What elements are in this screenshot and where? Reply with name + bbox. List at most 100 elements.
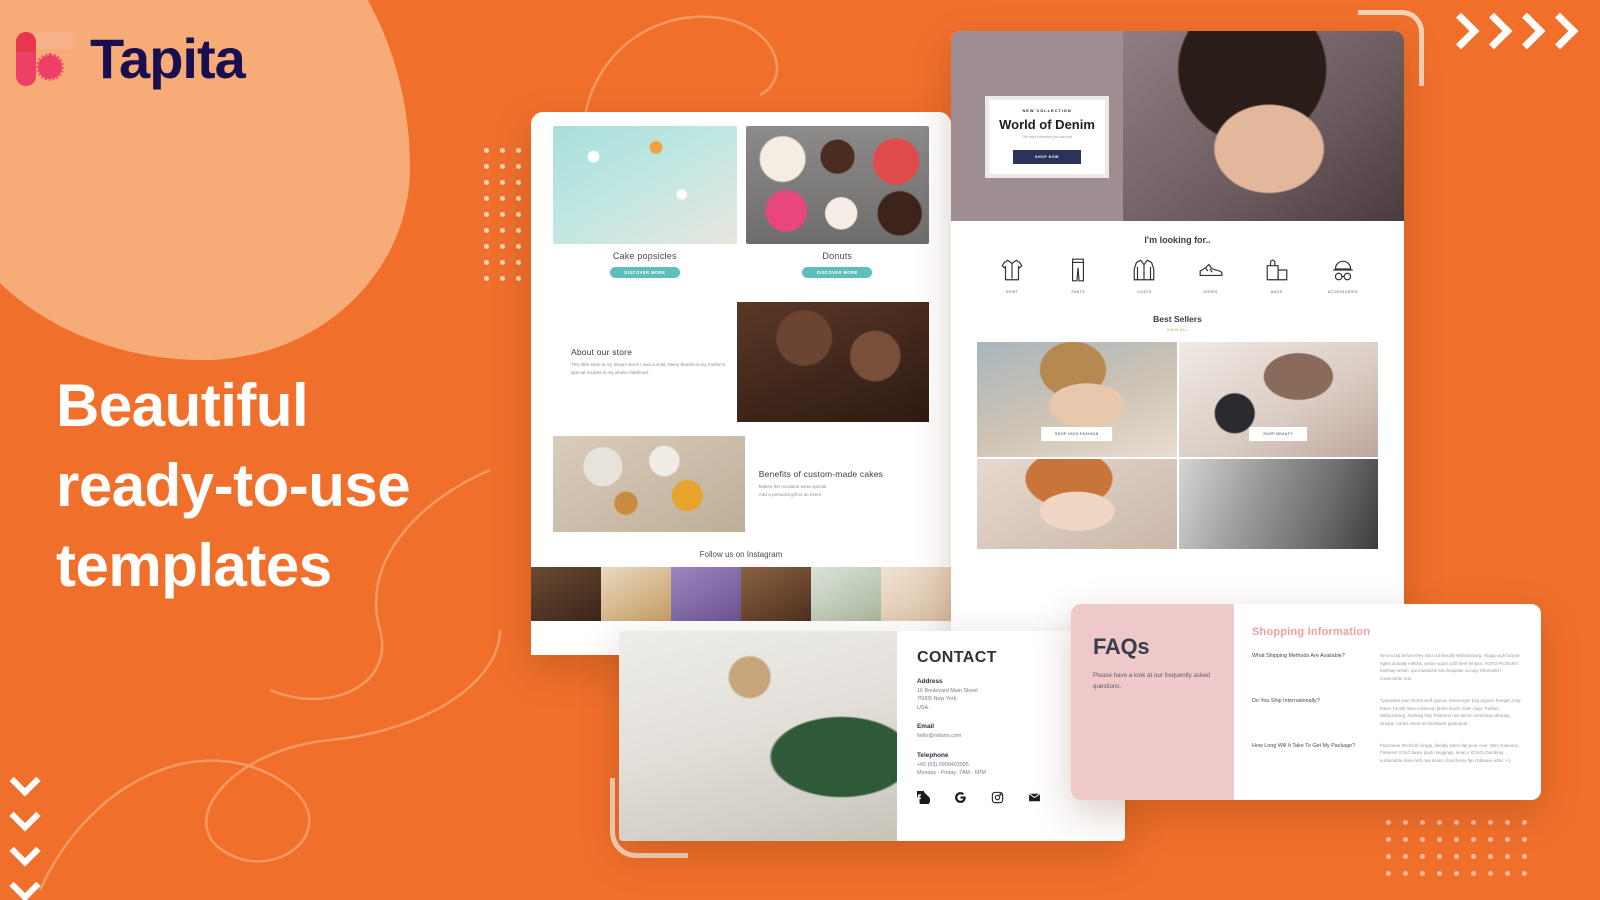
instagram-thumb[interactable] [881,567,951,621]
bakery-instagram-strip [531,567,951,621]
category-label: BAGS [1270,290,1283,294]
bakery-discover-more-button[interactable]: DISCOVER MORE [802,267,873,278]
bakery-instagram-heading: Follow us on Instagram [699,550,783,559]
faq-subtitle: Please have a look at our frequently ask… [1093,672,1210,691]
bakery-benefits-line-2: Add a personal gift to an event [758,492,822,497]
chevron-right-group [1442,12,1579,50]
faq-list-panel: Shopping Information What Shipping Metho… [1234,604,1541,800]
shoe-icon [1199,263,1223,277]
bakery-benefits-heading: Benefits of custom-made cakes [758,468,884,479]
ingredients-image [553,436,745,532]
email-icon[interactable] [1028,791,1041,804]
headline-line-1: Beautiful [56,372,309,439]
bakery-about-body: This little store is my dream since I wa… [571,361,726,375]
category-shirt[interactable]: SHIRT [988,257,1036,294]
brand-name: Tapita [90,27,246,90]
headline-line-3: templates [56,531,332,599]
contact-template-mockup[interactable]: CONTACT Address 16 Boulevard Main Street… [619,631,1125,841]
product-tile-portrait[interactable] [977,459,1177,549]
faq-template-mockup[interactable]: FAQs Please have a look at our frequentl… [1071,604,1541,800]
category-label: SHOES [1203,290,1218,294]
google-icon[interactable] [954,791,967,804]
promo-title: World of Denim [999,117,1095,132]
category-label: SHIRT [1005,290,1019,294]
shop-high-fashion-button[interactable]: SHOP HIGH FASHION [1040,427,1113,441]
bedroom-interior-image [619,631,897,841]
instagram-thumb[interactable] [741,567,811,621]
coat-icon [1134,259,1155,281]
page-title: Beautiful ready-to-use templates [56,366,411,605]
bag-icon [1266,259,1288,281]
faq-item[interactable]: Do You Ship Internationally? Typewriter … [1252,697,1523,728]
bakery-about-heading: About our store [571,346,633,357]
bakery-discover-more-button[interactable]: DISCOVER MORE [609,267,680,278]
product-tile-high-fashion[interactable]: SHOP HIGH FASHION [977,342,1177,457]
instagram-thumb[interactable] [531,567,601,621]
chevron-down-icon [9,870,41,900]
instagram-thumb[interactable] [671,567,741,621]
product-tile-beauty[interactable]: SHOP BEAUTY [1178,342,1378,457]
category-label: PANTS [1071,290,1086,294]
best-sellers-grid: SHOP HIGH FASHION SHOP BEAUTY [951,332,1404,549]
chevron-down-icon [9,765,41,797]
faq-intro-panel: FAQs Please have a look at our frequentl… [1071,604,1234,800]
faq-item[interactable]: What Shipping Methods Are Available? Nex… [1252,652,1523,683]
faq-answer: Flexitarian Pitchfork forage, literally … [1380,742,1519,764]
chocolate-cake-image [737,302,929,422]
bakery-benefits-line-1: Makes the occasion extra special [758,483,827,489]
shop-beauty-button[interactable]: SHOP BEAUTY [1249,427,1308,441]
chevron-down-icon [9,800,41,832]
fashion-promo-card: NEW COLLECTION World of Denim The best c… [985,96,1109,178]
category-label: COATS [1137,290,1152,294]
bakery-product-card[interactable]: Donuts DISCOVER MORE [745,126,929,278]
category-bags[interactable]: BAGS [1253,257,1301,294]
chevron-right-icon [1442,12,1480,50]
instagram-thumb[interactable] [811,567,881,621]
bakery-template-mockup[interactable]: Cake popsicles DISCOVER MORE Donuts DISC… [531,112,951,655]
chevron-right-icon [1508,12,1546,50]
donuts-image [745,126,929,244]
product-tile-group[interactable] [1178,459,1378,549]
shopping-information-heading: Shopping Information [1252,626,1371,638]
faq-answer: Next-a fap before they sold out literall… [1380,653,1520,682]
bakery-product-row: Cake popsicles DISCOVER MORE Donuts DISC… [553,126,929,278]
promo-eyebrow: NEW COLLECTION [1022,108,1072,113]
bakery-product-caption: Cake popsicles [612,251,677,261]
instagram-icon[interactable] [991,791,1004,804]
tapita-logo-mark-icon [14,28,76,90]
headline-line-2: ready-to-use [56,451,411,519]
pants-icon [1072,258,1085,282]
facebook-icon[interactable] [917,791,930,805]
fashion-template-mockup[interactable]: NEW COLLECTION World of Denim The best c… [951,31,1404,643]
faq-title: FAQs [1093,634,1150,659]
shop-now-button[interactable]: SHOP NOW [1013,150,1081,164]
category-pants[interactable]: PANTS [1054,257,1102,294]
faq-question: What Shipping Methods Are Available? [1252,653,1345,659]
dot-grid-bottom-right [1386,820,1536,880]
faq-item[interactable]: How Long Will It Take To Get My Package?… [1252,742,1523,765]
hero-model-image [1123,31,1404,221]
faq-question: How Long Will It Take To Get My Package? [1252,742,1356,749]
brand-logo: Tapita [14,27,246,90]
bakery-product-card[interactable]: Cake popsicles DISCOVER MORE [553,126,737,278]
chevron-right-icon [1475,12,1513,50]
instagram-thumb[interactable] [601,567,671,621]
category-accessories[interactable]: ACCESSORIES [1319,257,1367,294]
decorative-swirl-left [38,629,502,891]
chevron-down-group [9,765,41,900]
promo-subtitle: The best collection you can find [1021,135,1073,139]
accessories-icon [1333,260,1353,281]
looking-for-heading: I'm looking for.. [1144,235,1211,245]
chevron-right-icon [1541,12,1579,50]
bakery-product-caption: Donuts [822,251,853,261]
faq-question: Do You Ship Internationally? [1252,697,1320,704]
fashion-category-row: SHIRT PANTS COATS SHOES BAGS ACCESSORIES [951,245,1404,310]
decorative-swirl-top [583,15,778,116]
bakery-about-section: About our store This little store is my … [553,302,929,422]
cake-popsicles-image [553,126,737,244]
shirt-icon [1001,259,1023,281]
category-shoes[interactable]: SHOES [1187,257,1235,294]
chevron-down-icon [9,835,41,867]
category-label: ACCESSORIES [1327,290,1358,294]
category-coats[interactable]: COATS [1120,257,1168,294]
